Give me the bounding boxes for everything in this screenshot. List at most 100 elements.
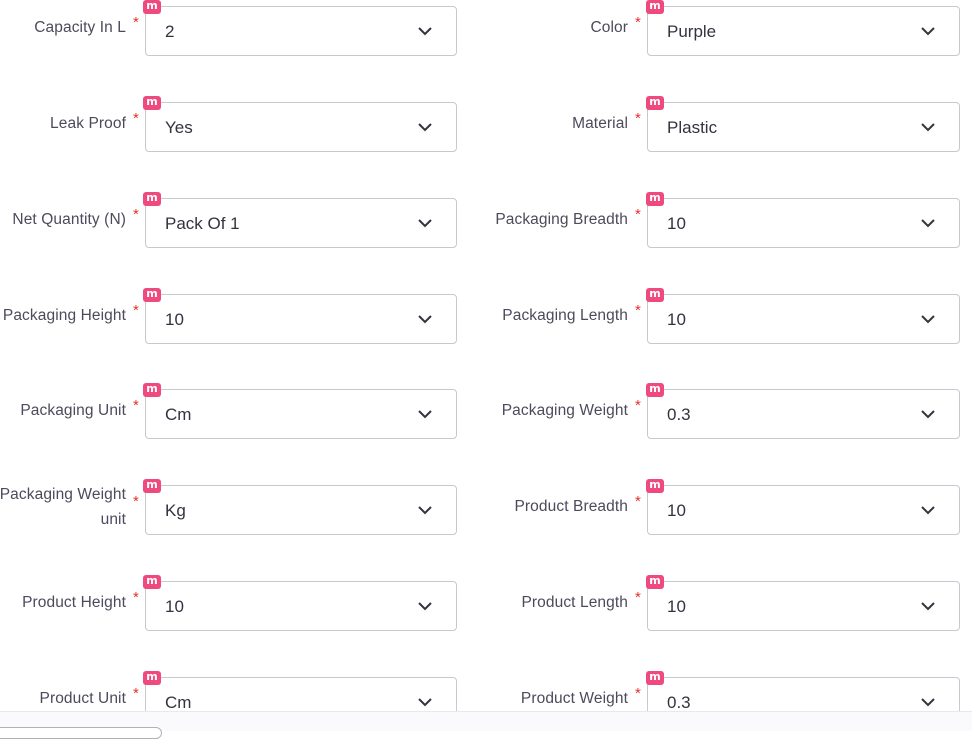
field-label: Color [590,19,628,36]
select-value: 10 [165,597,184,616]
packaging-weight-unit-select[interactable]: Kg [145,485,457,535]
chevron-down-icon [418,315,432,324]
form-row: Packaging Weight unit * Kg m Product Bre… [0,479,972,535]
bottom-button-outline[interactable] [0,727,162,739]
m-badge-icon: m [143,96,161,110]
chevron-down-icon [921,602,935,611]
select-value: Pack Of 1 [165,214,240,233]
m-badge-icon: m [646,383,664,397]
select-value: 2 [165,22,175,41]
chevron-down-icon [418,506,432,515]
select-value: Yes [165,118,193,137]
required-star: * [635,493,641,510]
m-badge-icon: m [646,96,664,110]
packaging-length-select[interactable]: 10 [647,294,960,344]
field-label: Material [572,115,628,132]
select-value: 10 [165,310,184,329]
m-badge-icon: m [646,288,664,302]
product-length-select[interactable]: 10 [647,581,960,631]
form-row: Leak Proof * Yes m Material * Plastic m [0,96,972,152]
required-star: * [635,685,641,702]
chevron-down-icon [921,123,935,132]
material-select[interactable]: Plastic [647,102,960,152]
required-star: * [133,110,139,127]
m-badge-icon: m [143,0,161,14]
field-net-quantity: Net Quantity (N) * Pack Of 1 m [0,192,460,248]
field-label: Product Length [521,594,628,611]
chevron-down-icon [921,27,935,36]
chevron-down-icon [921,410,935,419]
leak-proof-select[interactable]: Yes [145,102,457,152]
packaging-unit-select[interactable]: Cm [145,389,457,439]
select-value: 0.3 [667,405,691,424]
required-star: * [133,589,139,606]
select-value: 10 [667,214,686,233]
required-star: * [635,206,641,223]
m-badge-icon: m [646,192,664,206]
required-star: * [635,397,641,414]
packaging-height-select[interactable]: 10 [145,294,457,344]
field-packaging-length: Packaging Length * 10 m [460,288,962,344]
field-packaging-weight-unit: Packaging Weight unit * Kg m [0,479,460,535]
m-badge-icon: m [143,479,161,493]
select-value: 10 [667,501,686,520]
product-height-select[interactable]: 10 [145,581,457,631]
select-value: Purple [667,22,717,41]
chevron-down-icon [418,602,432,611]
required-star: * [635,110,641,127]
m-badge-icon: m [143,671,161,685]
chevron-down-icon [418,410,432,419]
field-label: Net Quantity (N) [12,211,126,228]
m-badge-icon: m [143,575,161,589]
form-row: Product Height * 10 m Product Length * 1… [0,575,972,631]
required-star: * [133,302,139,319]
color-select[interactable]: Purple [647,6,960,56]
field-leak-proof: Leak Proof * Yes m [0,96,460,152]
field-label: Packaging Weight [501,402,628,419]
net-quantity-select[interactable]: Pack Of 1 [145,198,457,248]
field-label: Product Height [22,594,126,611]
required-star: * [133,397,139,414]
select-value: Plastic [667,118,718,137]
field-material: Material * Plastic m [460,96,962,152]
m-badge-icon: m [646,479,664,493]
form-row: Capacity In L * 2 m Color * Purple m [0,0,972,56]
m-badge-icon: m [143,288,161,302]
packaging-breadth-select[interactable]: 10 [647,198,960,248]
attributes-form: Capacity In L * 2 m Color * Purple m Lea… [0,0,972,730]
m-badge-icon: m [646,575,664,589]
required-star: * [133,685,139,702]
field-color: Color * Purple m [460,0,962,56]
required-star: * [133,14,139,31]
form-row: Net Quantity (N) * Pack Of 1 m Packaging… [0,192,972,248]
form-row: Packaging Height * 10 m Packaging Length… [0,288,972,344]
chevron-down-icon [921,219,935,228]
field-label: Packaging Length [502,307,628,324]
select-value: Kg [165,501,186,520]
field-product-length: Product Length * 10 m [460,575,962,631]
field-packaging-unit: Packaging Unit * Cm m [0,383,460,439]
field-product-breadth: Product Breadth * 10 m [460,479,962,535]
field-label: Packaging Breadth [495,211,628,228]
chevron-down-icon [418,219,432,228]
product-breadth-select[interactable]: 10 [647,485,960,535]
select-value: 10 [667,310,686,329]
chevron-down-icon [418,27,432,36]
chevron-down-icon [921,315,935,324]
field-label: Leak Proof [50,115,126,132]
required-star: * [635,14,641,31]
field-packaging-weight: Packaging Weight * 0.3 m [460,383,962,439]
field-capacity: Capacity In L * 2 m [0,0,460,56]
capacity-select[interactable]: 2 [145,6,457,56]
required-star: * [133,493,139,510]
form-row: Packaging Unit * Cm m Packaging Weight *… [0,383,972,439]
m-badge-icon: m [646,671,664,685]
field-label: Product Breadth [514,498,628,515]
field-packaging-breadth: Packaging Breadth * 10 m [460,192,962,248]
packaging-weight-select[interactable]: 0.3 [647,389,960,439]
chevron-down-icon [921,506,935,515]
m-badge-icon: m [646,0,664,14]
select-value: 0.3 [667,693,691,712]
field-label: Packaging Weight unit [0,486,126,528]
field-label: Capacity In L [34,19,126,36]
